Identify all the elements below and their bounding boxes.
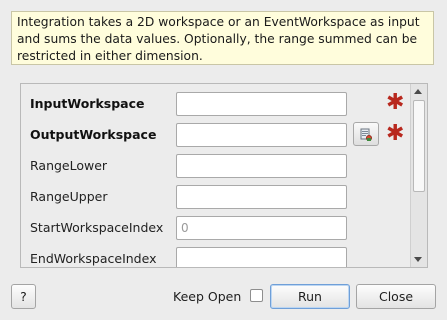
- properties-panel: InputWorkspace ✱ OutputWorkspace ✱ Range…: [20, 83, 428, 268]
- help-button[interactable]: ?: [11, 284, 36, 309]
- property-row-input-workspace: InputWorkspace ✱: [21, 90, 409, 116]
- output-workspace-field[interactable]: [176, 123, 347, 147]
- property-row-range-lower: RangeLower: [21, 154, 409, 178]
- scroll-down-arrow-icon[interactable]: [414, 257, 422, 262]
- close-button[interactable]: Close: [356, 284, 436, 309]
- keep-open-label: Keep Open: [173, 289, 242, 304]
- property-row-start-workspace-index: StartWorkspaceIndex: [21, 216, 409, 240]
- property-row-end-workspace-index: EndWorkspaceIndex: [21, 247, 409, 267]
- range-upper-label: RangeUpper: [30, 189, 108, 204]
- start-workspace-index-field[interactable]: [176, 216, 347, 240]
- properties-scrollbar[interactable]: [410, 84, 427, 267]
- scroll-up-arrow-icon[interactable]: [414, 89, 422, 94]
- run-button[interactable]: Run: [270, 284, 350, 309]
- end-workspace-index-field[interactable]: [176, 247, 347, 267]
- workspace-browse-button[interactable]: [353, 122, 379, 146]
- start-workspace-index-label: StartWorkspaceIndex: [30, 220, 164, 235]
- output-workspace-label: OutputWorkspace: [30, 127, 157, 142]
- input-workspace-field[interactable]: [176, 92, 347, 116]
- workspace-browse-icon: [360, 128, 372, 141]
- scrollbar-thumb[interactable]: [413, 100, 425, 192]
- mandatory-star-icon: ✱: [386, 90, 405, 115]
- input-workspace-label: InputWorkspace: [30, 96, 145, 111]
- range-upper-field[interactable]: [176, 185, 347, 209]
- range-lower-field[interactable]: [176, 154, 347, 178]
- range-lower-label: RangeLower: [30, 158, 108, 173]
- keep-open-checkbox[interactable]: [250, 289, 263, 302]
- mandatory-star-icon: ✱: [386, 121, 405, 146]
- algorithm-help-text: Integration takes a 2D workspace or an E…: [11, 11, 434, 65]
- properties-content: InputWorkspace ✱ OutputWorkspace ✱ Range…: [21, 84, 409, 267]
- property-row-range-upper: RangeUpper: [21, 185, 409, 209]
- property-row-output-workspace: OutputWorkspace ✱: [21, 121, 409, 147]
- end-workspace-index-label: EndWorkspaceIndex: [30, 251, 157, 266]
